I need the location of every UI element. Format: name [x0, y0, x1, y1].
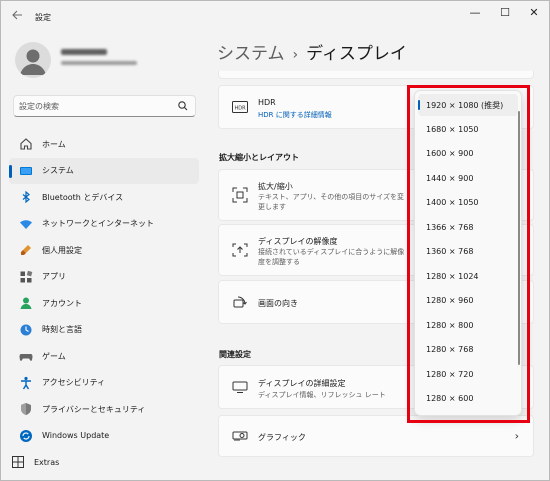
apps-icon: [19, 270, 33, 284]
extras-grid-icon: [11, 455, 25, 469]
maximize-button[interactable]: ☐: [493, 5, 517, 21]
resolution-title: ディスプレイの解像度: [258, 237, 338, 246]
home-icon: [19, 137, 33, 151]
resolution-desc: 接続されているディスプレイに合うように解像度を調整する: [258, 248, 405, 266]
resolution-dropdown[interactable]: 1920 × 1080 (推奨) 1680 × 1050 1600 × 900 …: [414, 90, 522, 416]
sidebar-item-windows-update[interactable]: Windows Update: [9, 423, 199, 450]
page-title: ディスプレイ: [306, 44, 407, 64]
resolution-option[interactable]: 1440 × 900: [418, 168, 518, 190]
user-email-blurred: [61, 61, 137, 65]
gamepad-icon: [19, 349, 33, 363]
accessibility-icon: [19, 376, 33, 390]
sidebar-item-home[interactable]: ホーム: [9, 131, 199, 158]
advanced-display-title: ディスプレイの詳細設定: [258, 379, 346, 388]
sidebar-item-personalization[interactable]: 個人用設定: [9, 237, 199, 264]
user-name-blurred: [61, 49, 107, 55]
hdr-learn-more-link[interactable]: HDR に関する詳細情報: [258, 110, 332, 120]
resolution-icon: [232, 242, 248, 258]
hdr-title: HDR: [258, 98, 276, 107]
resolution-option[interactable]: 1280 × 720: [418, 364, 518, 386]
account-icon: [19, 296, 33, 310]
sidebar-item-gaming[interactable]: ゲーム: [9, 343, 199, 370]
scale-title: 拡大/縮小: [258, 182, 293, 191]
dropdown-scrollbar[interactable]: [518, 111, 520, 365]
bluetooth-icon: [19, 190, 33, 204]
sidebar-item-label: Bluetooth とデバイス: [42, 192, 124, 202]
orientation-icon: [232, 294, 248, 310]
wifi-icon: [19, 217, 33, 231]
sidebar-item-label: Windows Update: [42, 431, 110, 441]
resolution-option[interactable]: 1280 × 768: [418, 339, 518, 361]
settings-window: 設定 — ☐ ✕ ホーム システム: [0, 0, 550, 481]
graphics-card[interactable]: グラフィック ›: [218, 415, 534, 457]
close-button[interactable]: ✕: [522, 5, 546, 21]
minimize-button[interactable]: —: [463, 5, 487, 21]
sidebar-item-label: 個人用設定: [42, 245, 82, 255]
sidebar-item-privacy-security[interactable]: プライバシーとセキュリティ: [9, 396, 199, 423]
hdr-icon-text: HDR: [234, 105, 246, 111]
monitor-icon: [232, 379, 248, 395]
sidebar-item-label: プライバシーとセキュリティ: [42, 404, 146, 414]
sidebar-item-system[interactable]: システム: [9, 157, 199, 184]
search-box[interactable]: [13, 95, 196, 117]
resolution-option[interactable]: 1366 × 768: [418, 217, 518, 239]
globe-clock-icon: [19, 323, 33, 337]
breadcrumb: システム › ディスプレイ: [217, 39, 407, 64]
partial-setting-card: [218, 71, 534, 79]
resolution-option[interactable]: 1920 × 1080 (推奨): [418, 94, 518, 116]
sidebar-item-label: アクセシビリティ: [42, 378, 106, 388]
sidebar-item-label: システム: [42, 166, 74, 176]
sidebar-nav: ホーム システム Bluetooth とデバイス ネットワークとインターネット …: [9, 131, 199, 449]
sidebar-item-label: ゲーム: [42, 351, 66, 361]
breadcrumb-separator: ›: [292, 47, 299, 63]
sidebar-item-bluetooth[interactable]: Bluetooth とデバイス: [9, 184, 199, 211]
orientation-title: 画面の向き: [258, 299, 298, 308]
sidebar-item-label: Extras: [34, 457, 60, 467]
sidebar-item-extras[interactable]: Extras: [9, 454, 199, 470]
sidebar-item-accessibility[interactable]: アクセシビリティ: [9, 370, 199, 397]
resolution-option[interactable]: 1600 × 900: [418, 143, 518, 165]
scale-desc: テキスト、アプリ、その他の項目のサイズを変更します: [258, 193, 405, 211]
avatar[interactable]: [15, 42, 51, 78]
resolution-option[interactable]: 1280 × 1024: [418, 266, 518, 288]
resolution-option[interactable]: 1280 × 600: [418, 388, 518, 410]
scale-icon: [232, 187, 248, 203]
related-settings-heading: 関連設定: [219, 350, 251, 359]
resolution-option[interactable]: 1680 × 1050: [418, 119, 518, 141]
graphics-card-icon: [232, 428, 248, 444]
sidebar-item-label: アカウント: [42, 298, 82, 308]
resolution-option[interactable]: 1280 × 800: [418, 315, 518, 337]
breadcrumb-root[interactable]: システム: [217, 44, 285, 64]
sidebar-item-label: ネットワークとインターネット: [42, 219, 154, 229]
sidebar-item-accounts[interactable]: アカウント: [9, 290, 199, 317]
back-arrow-icon[interactable]: [11, 9, 25, 23]
paintbrush-icon: [19, 243, 33, 257]
resolution-option[interactable]: 1280 × 960: [418, 290, 518, 312]
app-title: 設定: [35, 13, 51, 22]
hdr-icon: HDR: [232, 99, 248, 115]
system-monitor-icon: [19, 164, 33, 178]
scale-layout-heading: 拡大縮小とレイアウト: [219, 153, 299, 162]
update-icon: [19, 429, 33, 443]
sidebar-item-label: アプリ: [42, 272, 66, 282]
sidebar-item-label: ホーム: [42, 139, 66, 149]
graphics-title: グラフィック: [258, 433, 306, 442]
shield-icon: [19, 402, 33, 416]
resolution-option[interactable]: 1400 × 1050: [418, 192, 518, 214]
chevron-right-icon: ›: [514, 429, 519, 443]
search-icon[interactable]: [177, 100, 189, 112]
sidebar-item-label: 時刻と言語: [42, 325, 82, 335]
sidebar-item-apps[interactable]: アプリ: [9, 264, 199, 291]
title-bar: 設定 — ☐ ✕: [1, 1, 549, 31]
search-input[interactable]: [19, 99, 169, 113]
sidebar-item-time-language[interactable]: 時刻と言語: [9, 317, 199, 344]
sidebar-item-network[interactable]: ネットワークとインターネット: [9, 211, 199, 238]
resolution-option[interactable]: 1360 × 768: [418, 241, 518, 263]
